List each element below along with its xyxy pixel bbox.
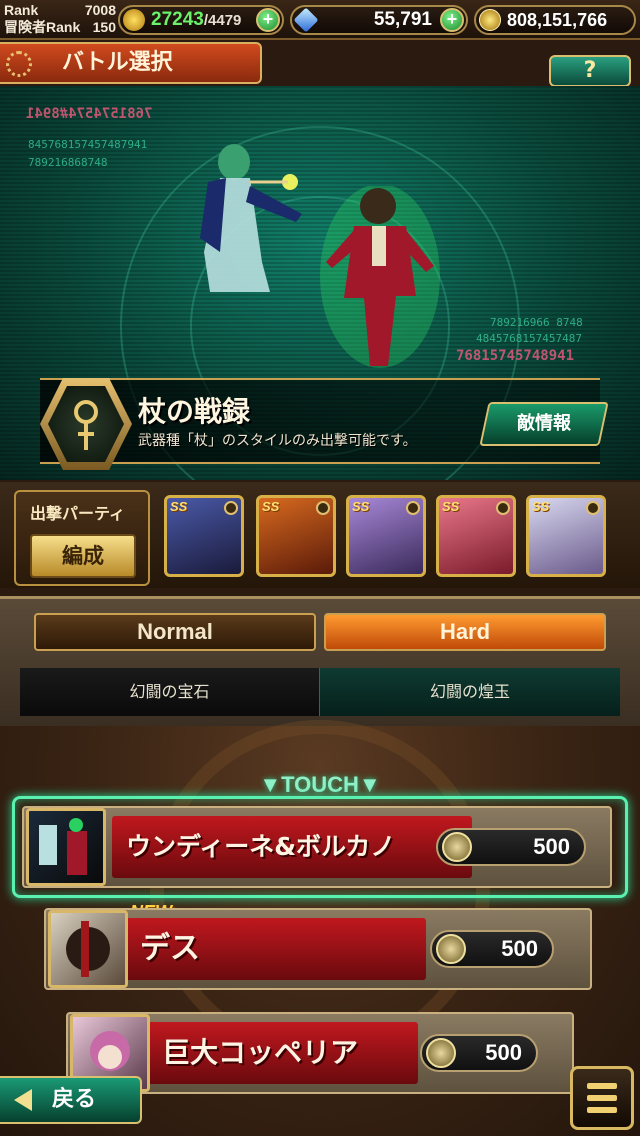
quest-cost-value: 500 (485, 1040, 522, 1065)
menu-button[interactable] (570, 1066, 634, 1130)
back-button[interactable]: 戻る (0, 1076, 142, 1124)
gem-tab-orb[interactable]: 幻闘の煌玉 (320, 668, 620, 716)
menu-icon (587, 1083, 617, 1089)
page-title: バトル選択 (62, 50, 173, 75)
quest-name: ウンディーネ&ボルカノ (112, 816, 472, 878)
key-icon (406, 501, 420, 515)
gold-count: 808,151,766 (507, 9, 608, 30)
quest-row-3[interactable]: 巨大コッペリア 500 (66, 1012, 574, 1094)
stamina-current: 27243 (151, 9, 204, 30)
party-label: 出撃パーティ (30, 504, 126, 523)
undine-sprite (200, 144, 302, 292)
back-label: 戻る (52, 1087, 97, 1112)
gold-pill: 808,151,766 (474, 5, 636, 35)
quest-name: デス (126, 918, 426, 980)
enemy-info-button[interactable]: 敵情報 (479, 402, 609, 446)
adventurer-rank-label: 冒険者Rank (4, 19, 81, 35)
gear-icon (6, 51, 32, 77)
enemy-info-label: 敵情報 (517, 413, 571, 434)
quest-cost-value: 500 (533, 834, 570, 859)
event-description: 武器種「杖」のスタイルのみ出撃可能です。 (138, 433, 417, 449)
adventurer-rank-value: 150 (92, 19, 116, 35)
key-icon (496, 501, 510, 515)
difficulty-normal-button[interactable]: Normal (34, 613, 316, 651)
quest-cost: 500 (420, 1034, 538, 1072)
ss-tag: SS (170, 499, 188, 514)
key-icon (316, 501, 330, 515)
party-slot-2[interactable]: SS (256, 495, 336, 577)
scene-code-2: 789216868748 (28, 156, 108, 169)
scene-code-5: 76815745748941 (456, 348, 575, 364)
rank-label: Rank (4, 2, 39, 18)
difficulty-hard-button[interactable]: Hard (324, 613, 606, 651)
stamina-icon (123, 9, 145, 31)
event-title: 杖の戦録 (138, 395, 251, 428)
gem-tab-jewel[interactable]: 幻闘の宝石 (20, 668, 320, 716)
stamina-cost-icon (426, 1038, 456, 1068)
quest-portrait (26, 808, 106, 886)
ss-tag: SS (352, 499, 370, 514)
quest-name: 巨大コッペリア (148, 1022, 418, 1084)
party-slot-1[interactable]: SS (164, 495, 244, 577)
rank-value: 7008 (84, 2, 116, 18)
ss-tag: SS (532, 499, 550, 514)
status-bar: Rank 7008 冒険者Rank 150 27243 /4479 + 55,791… (0, 0, 640, 40)
touch-indicator: ▼TOUCH▼ (259, 772, 381, 797)
coin-icon (479, 9, 501, 31)
party-slot-3[interactable]: SS (346, 495, 426, 577)
scene-code-3: 789216966 8748 (490, 316, 583, 329)
add-stamina-button[interactable]: + (256, 8, 280, 32)
stamina-cost-icon (436, 934, 466, 964)
quest-cost-value: 500 (501, 936, 538, 961)
back-arrow-icon (14, 1089, 32, 1111)
menu-icon-line (587, 1107, 617, 1113)
party-slot-4[interactable]: SS (436, 495, 516, 577)
menu-icon-line (587, 1095, 617, 1101)
formation-button[interactable]: 編成 (30, 534, 136, 578)
gem-icon (293, 7, 319, 33)
party-slot-5[interactable]: SS (526, 495, 606, 577)
quest-cost: 500 (436, 828, 586, 866)
gems-count: 55,791 (373, 9, 432, 30)
stamina-pill: 27243 /4479 + (118, 5, 284, 35)
scene-code-1: 845768157457487941 (28, 138, 148, 151)
rank-box: Rank 7008 冒険者Rank 150 (4, 2, 116, 38)
volcano-sprite (320, 186, 440, 368)
page-title-plate: バトル選択 (0, 42, 262, 84)
quest-portrait (48, 910, 128, 988)
add-gems-button[interactable]: + (440, 8, 464, 32)
gems-pill: 55,791 + (290, 5, 468, 35)
ss-tag: SS (442, 499, 460, 514)
key-icon (586, 501, 600, 515)
stamina-cost-icon (442, 832, 472, 862)
help-button[interactable]: ? (549, 55, 631, 87)
scene-code-top: 7681574574#8941 (26, 106, 153, 122)
key-icon (224, 501, 238, 515)
scene-code-4: 4845768157457487 (476, 332, 582, 345)
quest-cost: 500 (430, 930, 554, 968)
ss-tag: SS (262, 499, 280, 514)
stamina-max: /4479 (203, 11, 242, 29)
quest-row-1[interactable]: ウンディーネ&ボルカノ 500 (22, 806, 612, 888)
quest-row-2[interactable]: デス 500 (44, 908, 592, 990)
